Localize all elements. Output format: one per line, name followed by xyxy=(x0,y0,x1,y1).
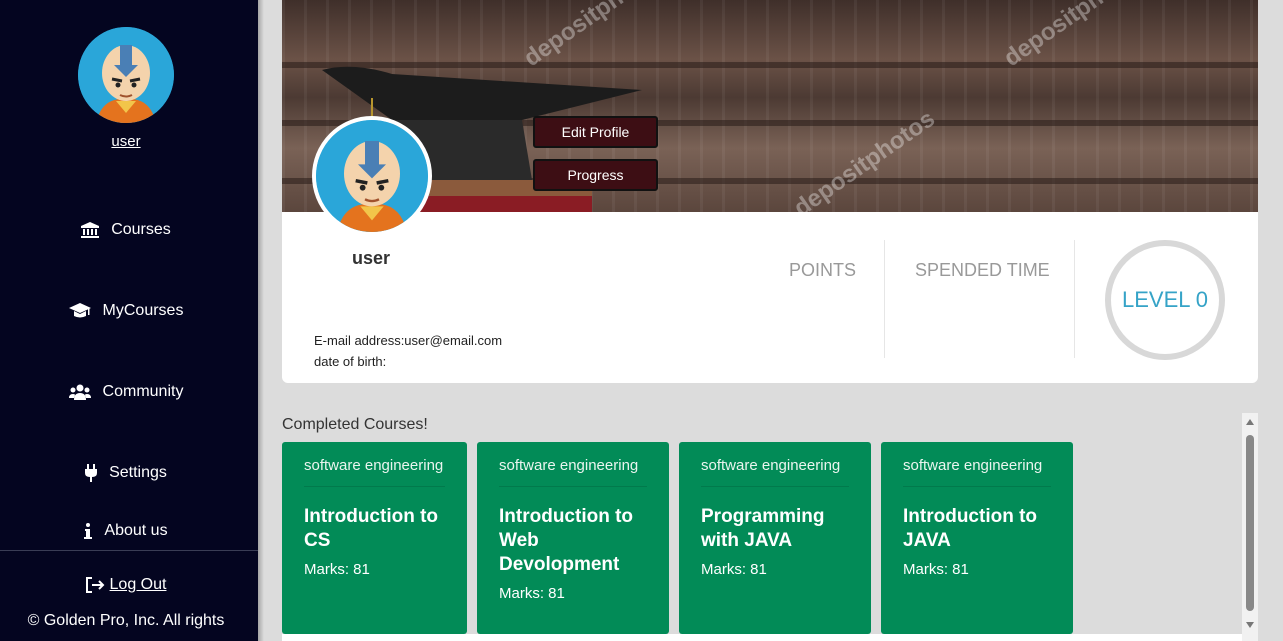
course-marks: Marks: 81 xyxy=(499,585,565,602)
course-title: Introduction to Web Devolopment xyxy=(499,506,634,575)
course-card[interactable]: software engineering Introduction to Web… xyxy=(477,442,669,634)
sidebar: user Courses MyCourses Community Setting… xyxy=(0,0,258,641)
scroll-down-arrow-icon[interactable] xyxy=(1246,622,1254,628)
sidebar-item-label: About us xyxy=(104,522,168,539)
sidebar-item-about[interactable]: About us xyxy=(0,522,252,540)
scroll-up-arrow-icon[interactable] xyxy=(1246,419,1254,425)
course-title: Programming with JAVA xyxy=(701,506,825,551)
graduation-cap-icon xyxy=(68,303,91,318)
profile-name: user xyxy=(352,248,391,268)
course-marks: Marks: 81 xyxy=(304,561,370,578)
course-category: software engineering xyxy=(499,454,647,487)
course-title: Introduction to CS xyxy=(304,506,439,551)
edit-profile-button[interactable]: Edit Profile xyxy=(533,116,658,148)
users-icon xyxy=(68,384,91,400)
stat-divider xyxy=(1074,240,1075,358)
course-category: software engineering xyxy=(701,454,849,487)
level-badge: LEVEL 0 xyxy=(1105,240,1225,360)
dob-info: date of birth: xyxy=(314,354,387,369)
stat-divider xyxy=(884,240,885,358)
logout-link[interactable]: Log Out xyxy=(0,576,252,594)
plug-icon xyxy=(85,464,98,482)
scrollbar[interactable] xyxy=(1242,413,1258,641)
courses-list: software engineering Introduction to CS … xyxy=(282,441,1242,641)
courses-bottom-edge xyxy=(282,634,1242,641)
points-label: POINTS xyxy=(789,260,857,280)
profile-card: depositphotos depositphotos depositphoto… xyxy=(282,0,1258,383)
progress-button[interactable]: Progress xyxy=(533,159,658,191)
sidebar-item-label: MyCourses xyxy=(102,302,184,319)
sidebar-divider xyxy=(0,550,258,551)
course-title: Introduction to JAVA xyxy=(903,506,1038,551)
logout-icon xyxy=(85,577,104,593)
course-marks: Marks: 81 xyxy=(903,561,969,578)
sidebar-item-mycourses[interactable]: MyCourses xyxy=(0,302,252,320)
course-category: software engineering xyxy=(304,454,445,487)
avatar[interactable] xyxy=(78,27,174,123)
copyright-text: © Golden Pro, Inc. All rights xyxy=(27,612,225,629)
course-card[interactable]: software engineering Introduction to CS … xyxy=(282,442,467,634)
sidebar-item-courses[interactable]: Courses xyxy=(0,221,252,239)
profile-avatar[interactable] xyxy=(312,116,432,236)
course-card[interactable]: software engineering Programming with JA… xyxy=(679,442,871,634)
scroll-thumb[interactable] xyxy=(1246,435,1254,611)
sidebar-item-label: Community xyxy=(102,383,184,400)
logout-label: Log Out xyxy=(109,576,167,593)
sidebar-item-label: Settings xyxy=(109,464,167,481)
sidebar-shadow xyxy=(258,0,264,641)
sidebar-item-community[interactable]: Community xyxy=(0,383,252,401)
bank-icon xyxy=(81,222,100,238)
completed-courses-title: Completed Courses! xyxy=(282,416,428,433)
course-marks: Marks: 81 xyxy=(701,561,767,578)
sidebar-item-label: Courses xyxy=(111,221,171,238)
email-info: E-mail address:user@email.com xyxy=(314,333,503,348)
sidebar-item-settings[interactable]: Settings xyxy=(0,464,252,482)
sidebar-username[interactable]: user xyxy=(0,133,252,150)
course-category: software engineering xyxy=(903,454,1051,487)
course-card[interactable]: software engineering Introduction to JAV… xyxy=(881,442,1073,634)
spended-time-label: SPENDED TIME xyxy=(915,260,1050,280)
info-icon xyxy=(84,523,93,539)
